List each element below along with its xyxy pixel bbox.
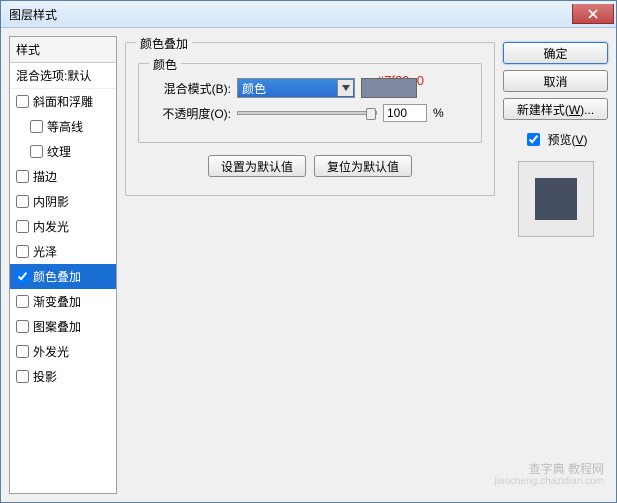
right-column: 确定 取消 新建样式(W)... 预览(V) <box>503 36 608 494</box>
sidebar-item-1[interactable]: 等高线 <box>10 114 116 139</box>
sidebar-item-11[interactable]: 投影 <box>10 364 116 389</box>
blend-mode-label: 混合模式(B): <box>149 80 231 97</box>
layer-style-dialog: 图层样式 样式 混合选项:默认 斜面和浮雕等高线纹理描边内阴影内发光光泽颜色叠加… <box>0 0 617 503</box>
new-style-button[interactable]: 新建样式(W)... <box>503 98 608 120</box>
opacity-slider[interactable] <box>237 111 377 115</box>
set-default-button[interactable]: 设置为默认值 <box>208 155 306 177</box>
close-button[interactable] <box>572 4 614 24</box>
sidebar-item-checkbox[interactable] <box>16 345 29 358</box>
sidebar-blend-default[interactable]: 混合选项:默认 <box>10 63 116 89</box>
ok-button[interactable]: 确定 <box>503 42 608 64</box>
titlebar[interactable]: 图层样式 <box>1 1 616 28</box>
opacity-slider-thumb[interactable] <box>366 108 376 120</box>
window-title: 图层样式 <box>9 6 57 23</box>
opacity-input[interactable] <box>383 104 427 122</box>
preview-checkbox[interactable] <box>527 133 540 146</box>
blend-mode-select[interactable]: 颜色 <box>237 78 355 98</box>
sidebar-item-checkbox[interactable] <box>16 245 29 258</box>
sidebar-item-label: 投影 <box>33 368 57 385</box>
color-overlay-group: 颜色叠加 #7f89a0 颜色 混合模式(B): 颜色 <box>125 42 495 196</box>
sidebar-item-label: 内阴影 <box>33 193 69 210</box>
sidebar-item-checkbox[interactable] <box>16 320 29 333</box>
blend-mode-row: 混合模式(B): 颜色 <box>149 78 471 98</box>
preview-box <box>518 161 594 237</box>
sidebar-item-8[interactable]: 渐变叠加 <box>10 289 116 314</box>
sidebar-item-4[interactable]: 内阴影 <box>10 189 116 214</box>
sidebar-item-5[interactable]: 内发光 <box>10 214 116 239</box>
sidebar-header[interactable]: 样式 <box>10 37 116 63</box>
sidebar-item-10[interactable]: 外发光 <box>10 339 116 364</box>
group-title: 颜色叠加 <box>136 35 192 52</box>
sidebar-item-label: 颜色叠加 <box>33 268 81 285</box>
settings-panel: 颜色叠加 #7f89a0 颜色 混合模式(B): 颜色 <box>125 36 495 494</box>
sidebar-item-9[interactable]: 图案叠加 <box>10 314 116 339</box>
dialog-body: 样式 混合选项:默认 斜面和浮雕等高线纹理描边内阴影内发光光泽颜色叠加渐变叠加图… <box>1 28 616 502</box>
cancel-button[interactable]: 取消 <box>503 70 608 92</box>
blend-mode-value: 颜色 <box>242 80 266 97</box>
sidebar-item-2[interactable]: 纹理 <box>10 139 116 164</box>
sidebar-item-label: 渐变叠加 <box>33 293 81 310</box>
sidebar-item-label: 图案叠加 <box>33 318 81 335</box>
chevron-down-icon <box>337 80 353 96</box>
color-swatch[interactable] <box>361 78 417 98</box>
sidebar-item-checkbox[interactable] <box>16 95 29 108</box>
reset-default-button[interactable]: 复位为默认值 <box>314 155 412 177</box>
color-subgroup-title: 颜色 <box>149 56 181 73</box>
sidebar-item-label: 斜面和浮雕 <box>33 93 93 110</box>
sidebar-item-label: 纹理 <box>47 143 71 160</box>
sidebar-item-label: 等高线 <box>47 118 83 135</box>
sidebar-item-label: 描边 <box>33 168 57 185</box>
opacity-label: 不透明度(O): <box>149 105 231 122</box>
sidebar-item-0[interactable]: 斜面和浮雕 <box>10 89 116 114</box>
styles-sidebar: 样式 混合选项:默认 斜面和浮雕等高线纹理描边内阴影内发光光泽颜色叠加渐变叠加图… <box>9 36 117 494</box>
sidebar-item-checkbox[interactable] <box>16 295 29 308</box>
opacity-row: 不透明度(O): % <box>149 104 471 122</box>
sidebar-item-checkbox[interactable] <box>16 270 29 283</box>
sidebar-item-label: 光泽 <box>33 243 57 260</box>
preview-label: 预览(V) <box>547 131 587 148</box>
sidebar-item-7[interactable]: 颜色叠加 <box>10 264 116 289</box>
preview-toggle-row: 预览(V) <box>503 130 608 149</box>
sidebar-item-3[interactable]: 描边 <box>10 164 116 189</box>
sidebar-item-checkbox[interactable] <box>16 170 29 183</box>
sidebar-item-label: 外发光 <box>33 343 69 360</box>
color-subgroup: 颜色 混合模式(B): 颜色 不透明度(O): <box>138 63 482 143</box>
opacity-unit: % <box>433 106 444 120</box>
preview-swatch <box>535 178 577 220</box>
close-icon <box>588 9 598 19</box>
sidebar-item-6[interactable]: 光泽 <box>10 239 116 264</box>
sidebar-item-checkbox[interactable] <box>16 195 29 208</box>
sidebar-item-checkbox[interactable] <box>30 120 43 133</box>
sidebar-item-label: 内发光 <box>33 218 69 235</box>
default-buttons-row: 设置为默认值 复位为默认值 <box>138 155 482 177</box>
sidebar-item-checkbox[interactable] <box>16 220 29 233</box>
sidebar-item-checkbox[interactable] <box>30 145 43 158</box>
sidebar-item-checkbox[interactable] <box>16 370 29 383</box>
